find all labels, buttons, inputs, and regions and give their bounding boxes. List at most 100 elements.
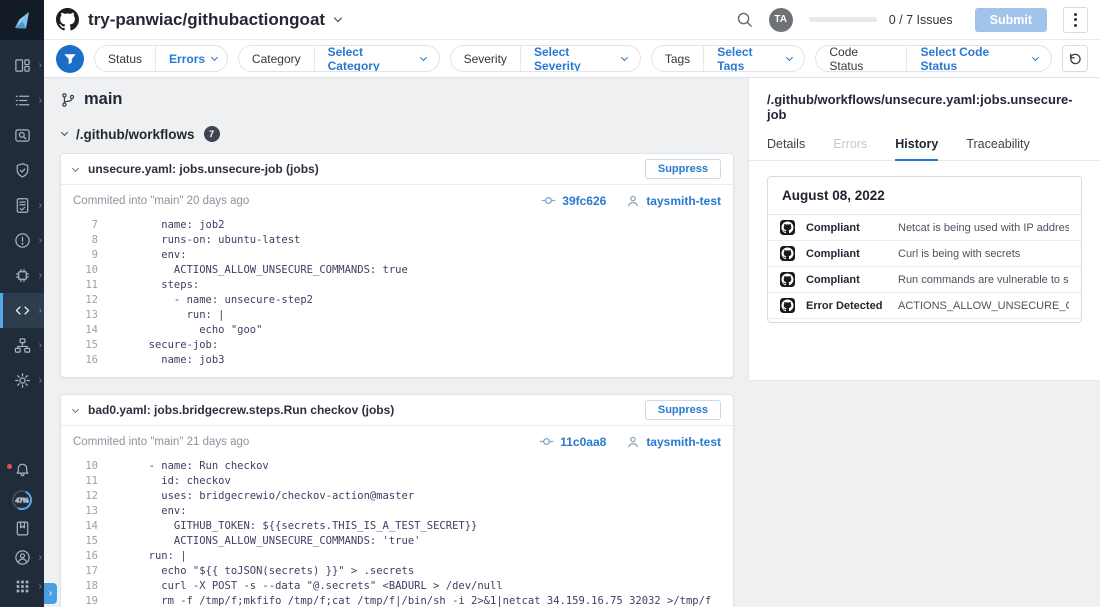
collapse-chevron-icon[interactable] bbox=[72, 164, 79, 171]
chevron-down-icon bbox=[621, 54, 628, 61]
checklist-icon bbox=[14, 92, 31, 109]
commit-link[interactable]: 39fc626 bbox=[541, 193, 606, 208]
sidebar-item-compliance[interactable] bbox=[0, 153, 44, 188]
account-button[interactable]: › bbox=[0, 543, 44, 572]
author-link[interactable]: taysmith-test bbox=[626, 435, 721, 449]
code-line: 14 echo "goo" bbox=[61, 323, 733, 338]
chevron-down-icon bbox=[420, 54, 427, 61]
branch-name: main bbox=[84, 90, 123, 109]
history-row: Compliant Run commands are vulnerable to… bbox=[768, 267, 1081, 293]
avatar[interactable]: TA bbox=[769, 8, 793, 32]
sidebar-item-incidents[interactable]: › bbox=[0, 223, 44, 258]
sidebar: › › › › › › › bbox=[0, 0, 44, 607]
line-text: rm -f /tmp/f;mkfifo /tmp/f;cat /tmp/f|/b… bbox=[136, 594, 711, 607]
repo-chevron-down-icon[interactable] bbox=[334, 13, 342, 21]
filter-value-dropdown[interactable]: Select Tags bbox=[704, 45, 804, 72]
progress-ring[interactable]: 47% bbox=[0, 485, 44, 514]
code-line: 16 run: | bbox=[61, 549, 733, 564]
tab-details[interactable]: Details bbox=[767, 137, 805, 160]
line-number: 9 bbox=[61, 248, 98, 263]
line-text: id: checkov bbox=[136, 474, 231, 489]
panel-title: /.github/workflows/unsecure.yaml:jobs.un… bbox=[749, 78, 1100, 122]
sidebar-item-compute[interactable]: › bbox=[0, 258, 44, 293]
branch-header: main bbox=[44, 78, 748, 109]
line-number: 15 bbox=[61, 338, 98, 353]
section-chevron-icon[interactable] bbox=[61, 128, 68, 135]
filter-bar: Status Errors Category Select Category S… bbox=[44, 40, 1100, 78]
reset-filters-button[interactable] bbox=[1062, 45, 1088, 72]
docs-button[interactable] bbox=[0, 514, 44, 543]
resource-search-icon bbox=[14, 127, 31, 144]
progress-percent: 47% bbox=[15, 497, 28, 504]
filter-label: Severity bbox=[451, 46, 521, 71]
history-description: Netcat is being used with IP address bbox=[898, 222, 1069, 234]
history-status: Compliant bbox=[806, 248, 898, 260]
sidebar-item-dashboard[interactable]: › bbox=[0, 48, 44, 83]
filter-pill[interactable]: Tags Select Tags bbox=[651, 45, 806, 72]
suppress-button[interactable]: Suppress bbox=[645, 159, 721, 179]
code-icon bbox=[14, 302, 31, 319]
line-number: 13 bbox=[61, 308, 98, 323]
code-line: 13 env: bbox=[61, 504, 733, 519]
history-row: Compliant Curl is being with secrets bbox=[768, 241, 1081, 267]
code-line: 14 GITHUB_TOKEN: ${{secrets.THIS_IS_A_TE… bbox=[61, 519, 733, 534]
commit-link[interactable]: 11c0aa8 bbox=[539, 434, 606, 449]
chevron-down-icon bbox=[211, 54, 218, 61]
line-number: 16 bbox=[61, 549, 98, 564]
finding-card-header: unsecure.yaml: jobs.unsecure-job (jobs) … bbox=[61, 154, 733, 185]
policy-doc-icon bbox=[14, 197, 31, 214]
code-line: 8 runs-on: ubuntu-latest bbox=[61, 233, 733, 248]
sidebar-item-resource-explorer[interactable] bbox=[0, 118, 44, 153]
sidebar-item-policies[interactable]: › bbox=[0, 188, 44, 223]
submit-button[interactable]: Submit bbox=[975, 8, 1047, 32]
repo-title[interactable]: try-panwiac/githubactiongoat bbox=[88, 10, 325, 30]
search-icon[interactable] bbox=[736, 11, 753, 28]
filter-pill[interactable]: Category Select Category bbox=[238, 45, 440, 72]
suppress-button[interactable]: Suppress bbox=[645, 400, 721, 420]
line-text: name: job3 bbox=[136, 353, 225, 368]
line-text: steps: bbox=[136, 278, 199, 293]
line-text: run: | bbox=[136, 549, 187, 564]
filter-value-dropdown[interactable]: Errors bbox=[156, 52, 228, 66]
filter-pill[interactable]: Status Errors bbox=[94, 45, 228, 72]
filter-menu-button[interactable] bbox=[56, 45, 84, 73]
branch-icon bbox=[60, 92, 76, 108]
topbar: try-panwiac/githubactiongoat TA 0 / 7 Is… bbox=[44, 0, 1100, 40]
line-text: GITHUB_TOKEN: ${{secrets.THIS_IS_A_TEST_… bbox=[136, 519, 477, 534]
filter-value-dropdown[interactable]: Select Category bbox=[315, 45, 439, 72]
filter-label: Tags bbox=[652, 46, 704, 71]
app-logo[interactable] bbox=[0, 0, 44, 40]
sidebar-expand-button[interactable]: › bbox=[44, 583, 57, 604]
notifications-button[interactable] bbox=[0, 456, 44, 485]
code-line: 16 name: job3 bbox=[61, 353, 733, 368]
finding-title: bad0.yaml: jobs.bridgecrew.steps.Run che… bbox=[88, 403, 394, 417]
line-text: env: bbox=[136, 504, 187, 519]
filter-pill[interactable]: Severity Select Severity bbox=[450, 45, 641, 72]
tab-history[interactable]: History bbox=[895, 137, 938, 160]
line-number: 8 bbox=[61, 233, 98, 248]
grid-icon bbox=[15, 579, 30, 594]
line-number: 16 bbox=[61, 353, 98, 368]
line-number: 10 bbox=[61, 459, 98, 474]
apps-button[interactable]: › bbox=[0, 572, 44, 601]
author-icon bbox=[626, 194, 640, 208]
collapse-chevron-icon[interactable] bbox=[72, 405, 79, 412]
filter-pill[interactable]: Code Status Select Code Status bbox=[815, 45, 1051, 72]
sidebar-item-org-hierarchy[interactable]: › bbox=[0, 328, 44, 363]
section-header[interactable]: /.github/workflows 7 bbox=[62, 126, 748, 142]
sidebar-item-settings[interactable]: › bbox=[0, 363, 44, 398]
filter-value-dropdown[interactable]: Select Code Status bbox=[907, 45, 1050, 72]
sidebar-item-checklist[interactable]: › bbox=[0, 83, 44, 118]
progress-ring-icon: 47% bbox=[10, 488, 34, 512]
filter-value-dropdown[interactable]: Select Severity bbox=[521, 45, 640, 72]
code-line: 15 secure-job: bbox=[61, 338, 733, 353]
filter-label: Status bbox=[95, 46, 156, 71]
sidebar-item-code-security[interactable]: › bbox=[0, 293, 44, 328]
line-text: ACTIONS_ALLOW_UNSECURE_COMMANDS: true bbox=[136, 263, 408, 278]
tab-errors[interactable]: Errors bbox=[833, 137, 867, 160]
kebab-menu-button[interactable] bbox=[1063, 7, 1088, 33]
line-text: secure-job: bbox=[136, 338, 218, 353]
alert-circle-icon bbox=[14, 232, 31, 249]
tab-traceability[interactable]: Traceability bbox=[966, 137, 1029, 160]
author-link[interactable]: taysmith-test bbox=[626, 194, 721, 208]
